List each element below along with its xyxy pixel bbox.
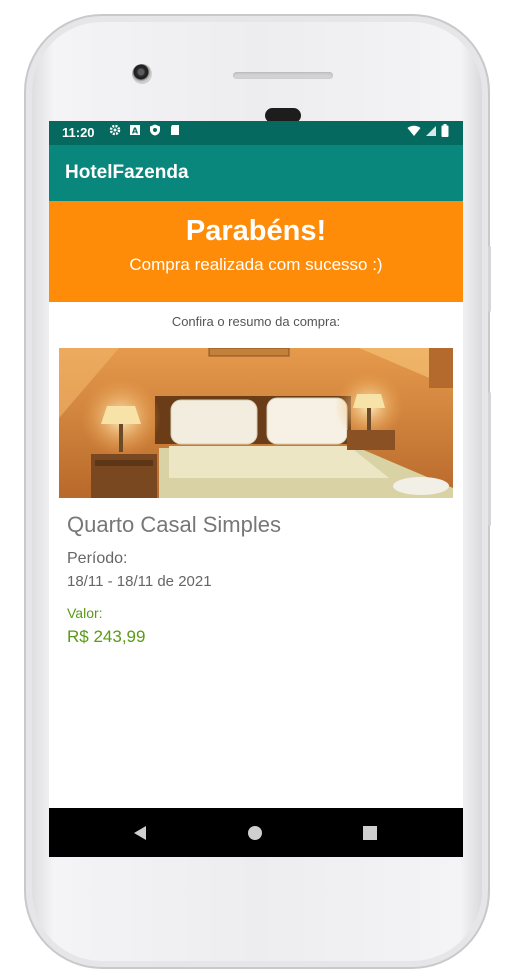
power-button [488, 246, 491, 312]
earpiece-speaker [233, 72, 333, 79]
recents-icon[interactable] [360, 823, 380, 843]
shield-icon [149, 124, 161, 136]
room-photo [59, 348, 453, 498]
front-camera [132, 64, 152, 84]
success-heading: Parabéns! [185, 215, 327, 247]
home-icon[interactable] [245, 823, 265, 843]
gear-icon [109, 124, 121, 136]
navigation-bar [49, 808, 463, 857]
app-title: HotelFazenda [65, 162, 189, 183]
status-bar: 11:20 A [49, 121, 463, 145]
battery-icon [441, 124, 449, 140]
app-bar: HotelFazenda [49, 145, 463, 201]
wifi-icon [407, 125, 421, 140]
status-time: 11:20 [62, 125, 95, 140]
period-label: Período: [67, 550, 128, 567]
success-banner: Parabéns! Compra realizada com sucesso :… [49, 201, 463, 302]
svg-text:A: A [132, 127, 139, 136]
success-message: Compra realizada com sucesso :) [129, 255, 383, 274]
back-icon[interactable] [130, 823, 150, 843]
period-value: 18/11 - 18/11 de 2021 [67, 573, 212, 590]
a-box-icon: A [129, 124, 141, 136]
signal-icon [425, 125, 437, 140]
screen: 11:20 A HotelFazenda Parabéns! Compra re… [49, 121, 463, 857]
summary-label: Confira o resumo da compra: [171, 314, 341, 329]
volume-button [488, 392, 491, 526]
value-label: Valor: [67, 605, 103, 621]
sd-card-icon [169, 124, 181, 136]
value-amount: R$ 243,99 [67, 627, 146, 646]
room-title: Quarto Casal Simples [67, 512, 281, 537]
